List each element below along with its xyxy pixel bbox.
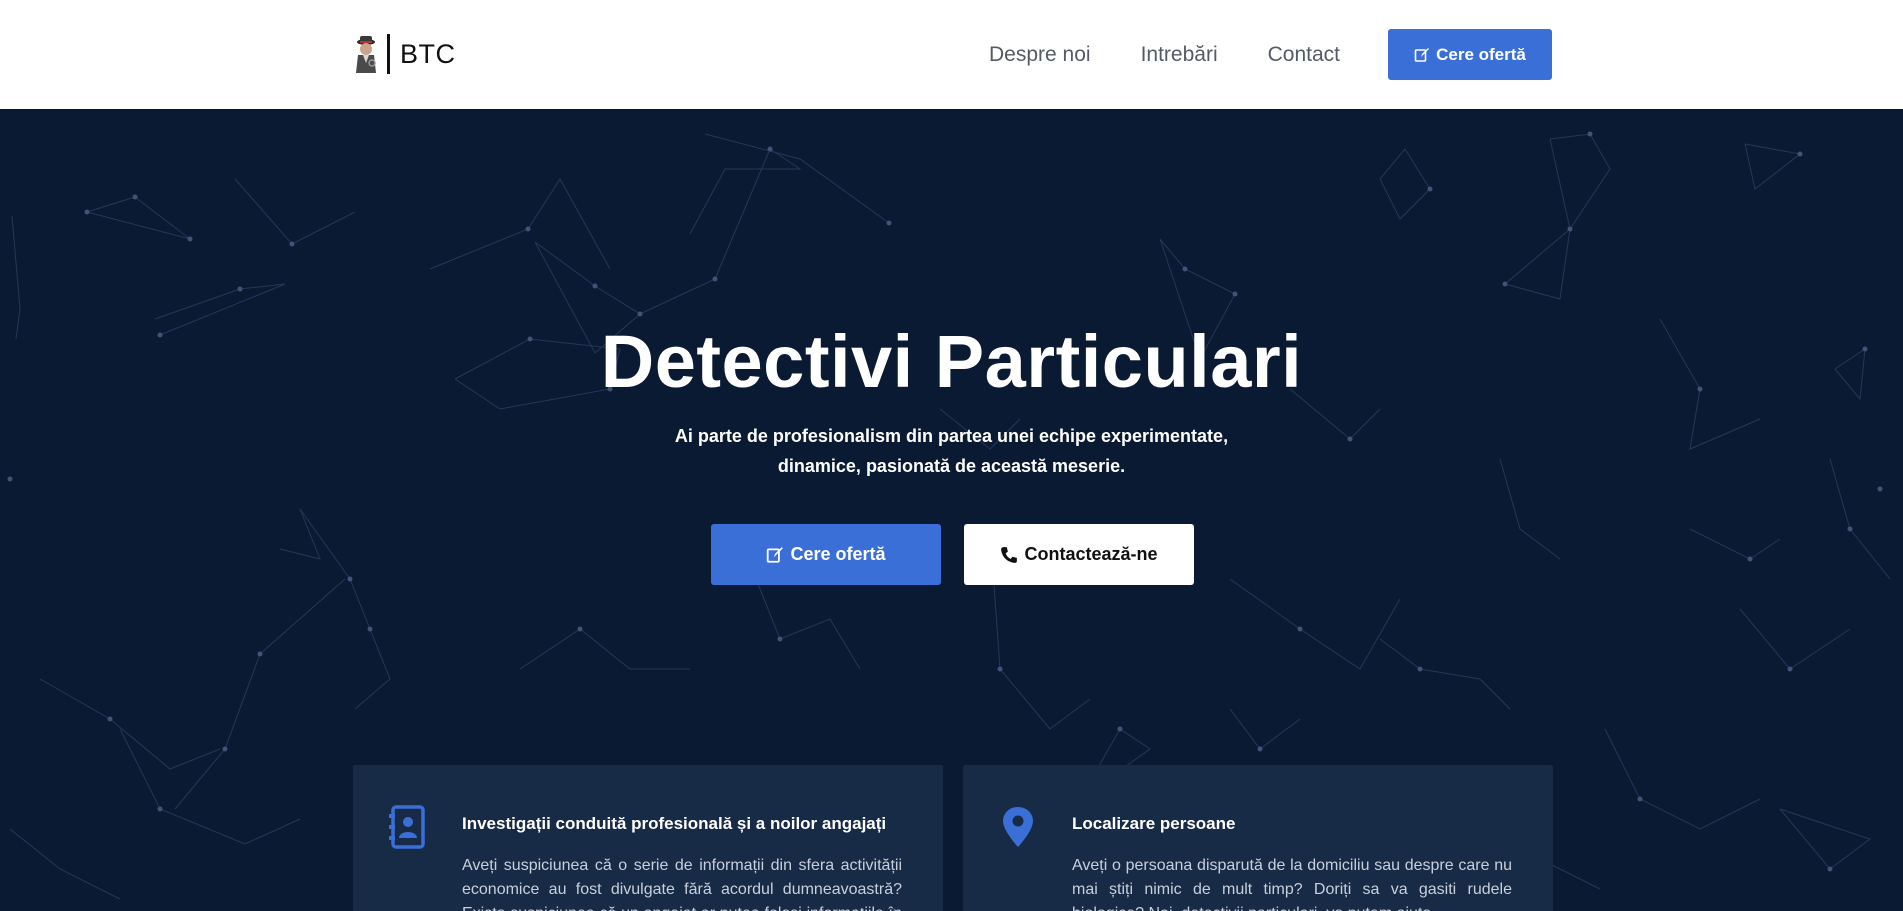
hero-contact-label: Contactează-ne — [1024, 544, 1158, 564]
hero-subtitle: Ai parte de profesionalism din partea un… — [0, 421, 1903, 481]
service-title: Localizare persoane — [1072, 814, 1236, 833]
address-book-icon — [389, 805, 425, 849]
hero-section: Detectivi Particulari Ai parte de profes… — [0, 109, 1903, 911]
brand-logo[interactable]: BTC — [352, 32, 456, 76]
detective-logo-icon — [356, 36, 376, 73]
edit-icon — [767, 546, 784, 563]
hero-subtitle-line-1: Ai parte de profesionalism din partea un… — [674, 426, 1229, 446]
map-marker-icon — [1003, 807, 1033, 847]
hero-request-offer-label: Cere ofertă — [790, 544, 886, 564]
phone-icon — [1001, 546, 1018, 563]
hero-subtitle-line-2: dinamice, pasionată de această meserie. — [777, 456, 1126, 476]
nav-link-faq[interactable]: Intrebări — [1141, 43, 1218, 67]
nav-link-contact[interactable]: Contact — [1268, 43, 1340, 67]
network-background — [7, 131, 1891, 900]
logo-divider — [387, 34, 390, 74]
service-card-locate-persons[interactable]: Localizare persoane Aveți o persoana dis… — [963, 765, 1553, 911]
service-card-investigations[interactable]: Investigații conduită profesională și a … — [353, 765, 943, 911]
main-nav: Despre noi Intrebări Contact Cere ofertă — [989, 29, 1552, 80]
header-request-offer-label: Cere ofertă — [1436, 44, 1526, 64]
service-description: Aveți o persoana disparută de la domicil… — [1072, 857, 1512, 911]
service-title: Investigații conduită profesională și a … — [462, 814, 887, 833]
hero-title: Detectivi Particulari — [600, 320, 1303, 403]
nav-link-about[interactable]: Despre noi — [989, 43, 1091, 67]
service-description: Aveți suspiciunea că o serie de informaț… — [462, 857, 902, 911]
header-request-offer-button[interactable]: Cere ofertă — [1388, 29, 1552, 80]
site-header: BTC Despre noi Intrebări Contact Cere of… — [0, 0, 1903, 109]
hero-contact-button[interactable]: Contactează-ne — [964, 524, 1194, 585]
edit-icon — [1414, 47, 1430, 62]
brand-name: BTC — [400, 38, 456, 69]
hero-request-offer-button[interactable]: Cere ofertă — [711, 524, 941, 585]
